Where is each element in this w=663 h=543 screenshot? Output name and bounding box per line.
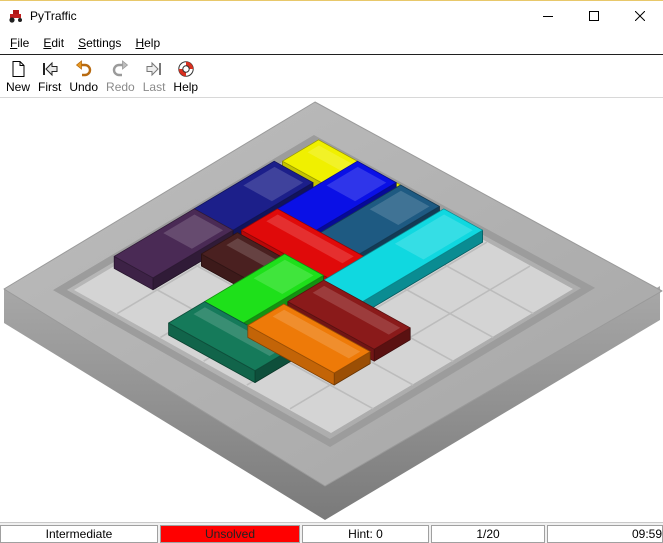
solved-status: Unsolved <box>160 525 300 543</box>
new-document-icon <box>12 61 25 77</box>
menu-settings-label: ettings <box>86 35 122 50</box>
level-status: Intermediate <box>0 525 158 543</box>
game-board-area <box>0 99 663 523</box>
undo-icon <box>75 60 91 77</box>
toolbar: New First Undo Redo Last Help <box>0 56 663 98</box>
lifebuoy-icon <box>178 61 194 77</box>
redo-icon <box>113 60 129 77</box>
redo-label: Redo <box>106 80 135 94</box>
first-button[interactable]: First <box>34 56 65 96</box>
minimize-button[interactable] <box>525 1 571 32</box>
minimize-icon <box>543 16 553 17</box>
menu-file[interactable]: File <box>3 31 36 55</box>
skip-to-first-icon <box>42 61 58 77</box>
last-button[interactable]: Last <box>139 56 170 96</box>
last-label: Last <box>142 80 166 94</box>
window-title: PyTraffic <box>30 9 77 23</box>
menu-help-label: elp <box>144 35 161 50</box>
redo-button[interactable]: Redo <box>102 56 139 96</box>
close-icon <box>635 11 645 21</box>
hint-status: Hint: 0 <box>302 525 429 543</box>
menu-edit-label: dit <box>51 35 65 50</box>
menu-file-label: ile <box>17 35 30 50</box>
new-label: New <box>6 80 31 94</box>
help-button[interactable]: Help <box>169 56 202 96</box>
status-bar: Intermediate Unsolved Hint: 0 1/20 09:59 <box>0 522 663 543</box>
new-button[interactable]: New <box>2 56 34 96</box>
close-button[interactable] <box>617 1 663 32</box>
menu-settings-accel: S <box>78 35 87 50</box>
skip-to-last-icon <box>146 61 162 77</box>
game-board <box>3 101 663 520</box>
maximize-button[interactable] <box>571 1 617 32</box>
undo-label: Undo <box>69 80 99 94</box>
first-label: First <box>38 80 62 94</box>
moves-status: 1/20 <box>431 525 545 543</box>
menu-help-accel: H <box>135 35 145 50</box>
menu-help[interactable]: Help <box>128 31 167 55</box>
help-label: Help <box>173 80 199 94</box>
maximize-icon <box>589 11 599 21</box>
undo-button[interactable]: Undo <box>65 56 102 96</box>
tractor-icon <box>9 10 22 23</box>
menu-edit[interactable]: Edit <box>36 31 71 55</box>
menu-settings[interactable]: Settings <box>71 31 128 55</box>
timer-status: 09:59 <box>547 525 663 543</box>
title-bar: PyTraffic <box>0 0 663 31</box>
menu-bar: File Edit Settings Help <box>0 31 663 55</box>
